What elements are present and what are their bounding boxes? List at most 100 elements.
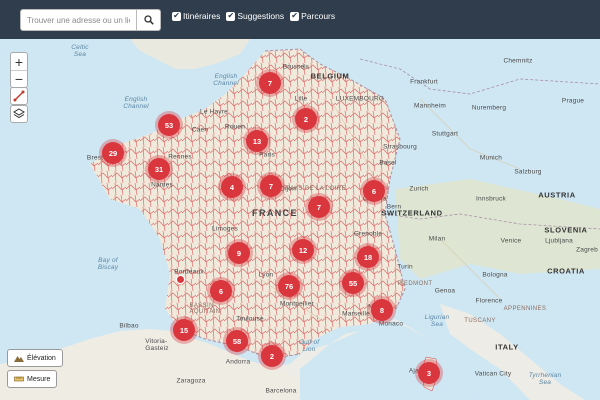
cluster-marker[interactable]: 7 bbox=[308, 196, 330, 218]
cluster-marker[interactable]: 4 bbox=[221, 176, 243, 198]
label-venice: Venice bbox=[500, 237, 522, 245]
label-milan: Milan bbox=[428, 235, 446, 243]
label-limoges: Limoges bbox=[212, 225, 238, 233]
cluster-marker[interactable]: 58 bbox=[226, 330, 248, 352]
map-canvas[interactable]: Celtic Sea English Channel English Channel … bbox=[0, 39, 600, 400]
label-monaco: Monaco bbox=[378, 320, 404, 328]
cluster-count: 55 bbox=[348, 278, 358, 288]
label-le-havre: Le Havre bbox=[200, 108, 228, 116]
cluster-count: 7 bbox=[316, 202, 322, 212]
label-english-channel-w: English Channel bbox=[123, 96, 149, 110]
cluster-count: 18 bbox=[363, 252, 373, 262]
label-tuscany: TUSCANY bbox=[464, 318, 496, 324]
cluster-count: 7 bbox=[267, 78, 273, 88]
zoom-out-button[interactable]: − bbox=[11, 70, 27, 87]
checkbox-checked-icon[interactable]: ✔ bbox=[226, 11, 236, 21]
layers-button[interactable] bbox=[10, 105, 28, 123]
label-ligurian-sea: Ligurian Sea bbox=[424, 314, 450, 328]
label-innsbruck: Innsbruck bbox=[476, 195, 506, 203]
cluster-marker[interactable]: 6 bbox=[210, 280, 232, 302]
cluster-count: 6 bbox=[371, 186, 377, 196]
cluster-marker[interactable]: 53 bbox=[158, 114, 180, 136]
label-vatican: Vatican City bbox=[474, 370, 512, 378]
single-point-marker[interactable] bbox=[175, 274, 185, 284]
label-toulouse: Toulouse bbox=[236, 315, 264, 323]
cluster-marker[interactable]: 31 bbox=[148, 158, 170, 180]
cluster-marker[interactable]: 18 bbox=[357, 246, 379, 268]
layer-filters: ✔ Itinéraires ✔ Suggestions ✔ Parcours bbox=[172, 11, 335, 21]
filter-suggestions-label: Suggestions bbox=[237, 11, 285, 21]
label-croatia: CROATIA bbox=[547, 266, 585, 276]
label-apennines: APPENNINES bbox=[503, 306, 547, 312]
label-rouen: Rouen bbox=[224, 123, 246, 131]
layers-icon bbox=[13, 108, 25, 119]
label-chemnitz: Chemnitz bbox=[503, 57, 533, 65]
cluster-marker[interactable]: 8 bbox=[371, 299, 393, 321]
label-belgium: BELGIUM bbox=[310, 71, 350, 81]
zoom-in-button[interactable]: + bbox=[11, 53, 27, 70]
filter-parcours[interactable]: ✔ Parcours bbox=[290, 11, 335, 21]
cluster-count: 13 bbox=[252, 136, 262, 146]
label-lyon: Lyon bbox=[258, 271, 274, 279]
cluster-marker[interactable]: 15 bbox=[173, 319, 195, 341]
cluster-count: 7 bbox=[268, 181, 274, 191]
cluster-marker[interactable]: 13 bbox=[246, 130, 268, 152]
label-lille: Lille bbox=[294, 95, 308, 103]
label-mannheim: Mannheim bbox=[414, 102, 446, 110]
cluster-marker[interactable]: 3 bbox=[418, 362, 440, 384]
cluster-marker[interactable]: 6 bbox=[363, 180, 385, 202]
label-bern: Bern bbox=[386, 203, 402, 211]
cluster-count: 15 bbox=[179, 325, 189, 335]
search-box bbox=[20, 9, 161, 31]
label-slovenia: SLOVENIA bbox=[544, 225, 588, 235]
label-celtic-sea: Celtic Sea bbox=[71, 44, 89, 58]
cluster-count: 8 bbox=[379, 305, 385, 315]
cluster-marker[interactable]: 2 bbox=[295, 108, 317, 130]
measure-button[interactable]: Mesure bbox=[7, 370, 58, 388]
cluster-count: 53 bbox=[164, 120, 174, 130]
cluster-marker[interactable]: 29 bbox=[102, 142, 124, 164]
label-frankfurt: Frankfurt bbox=[410, 78, 438, 86]
elevation-label: Élévation bbox=[27, 354, 56, 362]
checkbox-checked-icon[interactable]: ✔ bbox=[290, 11, 300, 21]
measure-label: Mesure bbox=[27, 375, 51, 383]
checkbox-checked-icon[interactable]: ✔ bbox=[172, 11, 181, 21]
label-italy: ITALY bbox=[495, 342, 519, 352]
label-andorra: Andorra bbox=[225, 358, 251, 366]
label-caen: Caen bbox=[191, 126, 209, 134]
label-florence: Florence bbox=[475, 297, 503, 305]
cluster-count: 29 bbox=[108, 148, 118, 158]
cluster-marker[interactable]: 7 bbox=[260, 175, 282, 197]
draw-route-button[interactable] bbox=[10, 87, 28, 105]
elevation-button[interactable]: Élévation bbox=[7, 349, 63, 367]
cluster-marker[interactable]: 12 bbox=[292, 239, 314, 261]
label-genoa: Genoa bbox=[434, 287, 456, 295]
label-bologna: Bologna bbox=[482, 271, 508, 279]
cluster-marker[interactable]: 9 bbox=[228, 242, 250, 264]
search-button[interactable] bbox=[137, 9, 161, 31]
ruler-icon bbox=[14, 376, 24, 382]
label-pays-de-la-loire: PAYS DE LA LOIRE bbox=[286, 186, 346, 192]
cluster-count: 12 bbox=[298, 245, 308, 255]
cluster-marker[interactable]: 7 bbox=[259, 72, 281, 94]
cluster-count: 58 bbox=[232, 336, 242, 346]
draw-line-icon bbox=[13, 90, 25, 102]
cluster-count: 9 bbox=[236, 248, 242, 258]
filter-parcours-label: Parcours bbox=[301, 11, 336, 21]
label-strasbourg: Strasbourg bbox=[383, 143, 417, 151]
filter-itineraires[interactable]: ✔ Itinéraires bbox=[172, 11, 220, 21]
label-salzburg: Salzburg bbox=[514, 168, 542, 176]
label-gulf-of-lion: Gulf of Lion bbox=[298, 339, 320, 353]
search-input[interactable] bbox=[20, 9, 137, 31]
filter-suggestions[interactable]: ✔ Suggestions bbox=[226, 11, 284, 21]
label-vitoria: Vitoria- Gasteiz bbox=[145, 338, 169, 352]
label-luxembourg: LUXEMBOURG bbox=[335, 95, 385, 103]
label-bassin-aquitain: BASSIN AQUITAIN bbox=[189, 303, 221, 315]
label-marseille: Marseille bbox=[342, 310, 370, 318]
cluster-marker[interactable]: 2 bbox=[261, 345, 283, 367]
label-zagreb: Zagreb bbox=[576, 246, 598, 254]
cluster-marker[interactable]: 55 bbox=[342, 272, 364, 294]
label-stuttgart: Stuttgart bbox=[431, 130, 459, 138]
top-toolbar: ✔ Itinéraires ✔ Suggestions ✔ Parcours bbox=[0, 0, 600, 39]
cluster-marker[interactable]: 76 bbox=[278, 275, 300, 297]
